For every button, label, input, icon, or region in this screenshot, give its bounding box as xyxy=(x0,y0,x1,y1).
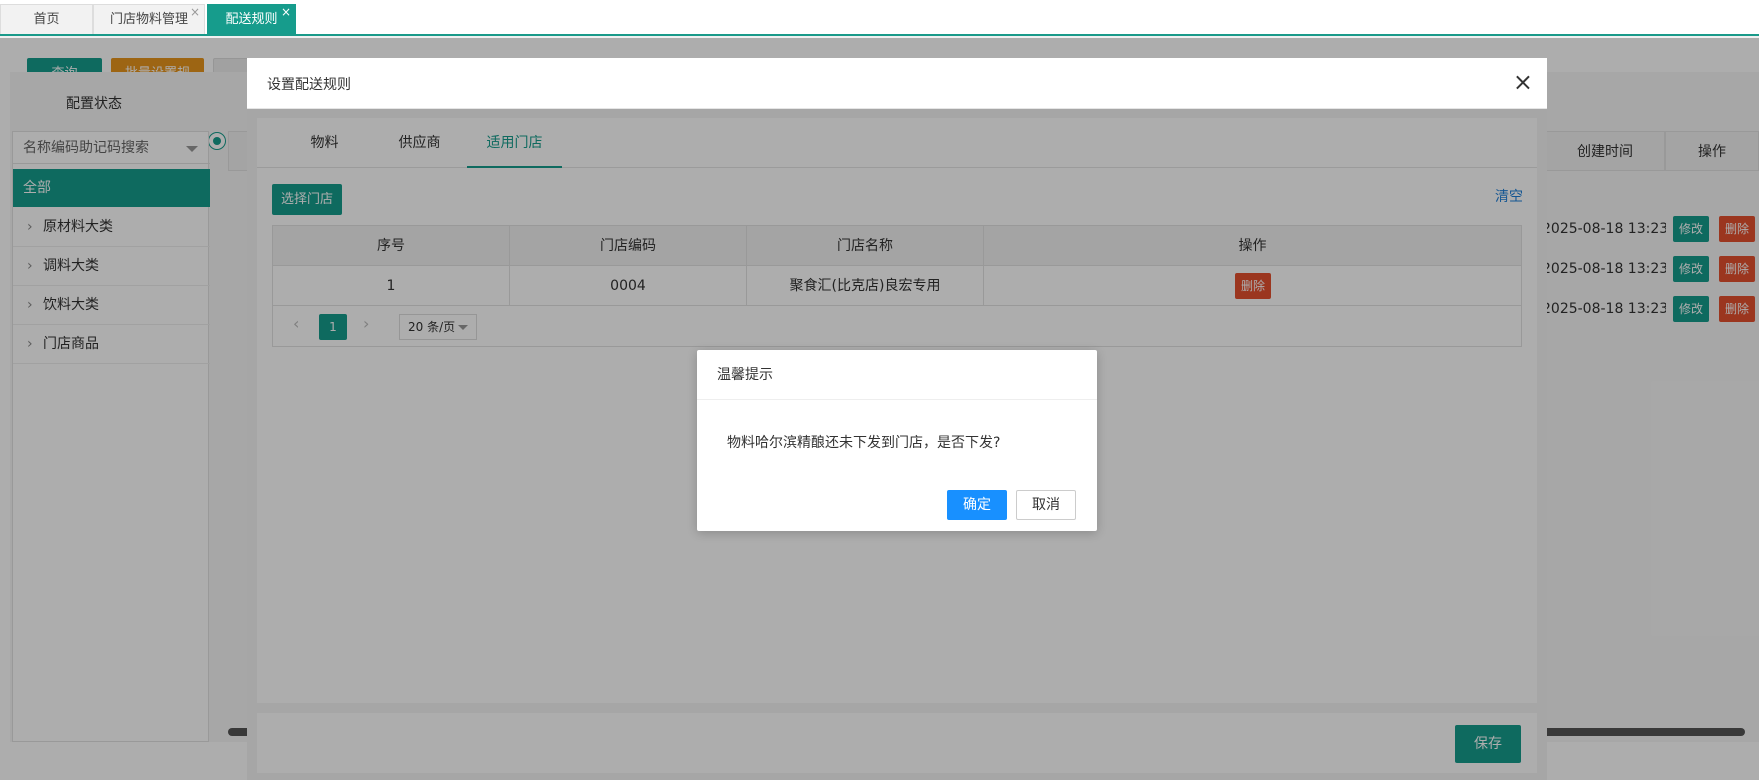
tab-store-material[interactable]: 门店物料管理 × xyxy=(93,4,205,34)
tab-delivery-rules-label: 配送规则 xyxy=(225,12,278,27)
close-icon[interactable]: × xyxy=(1513,68,1533,96)
dialog-title: 温馨提示 xyxy=(717,367,773,383)
tab-store-material-label: 门店物料管理 xyxy=(109,12,188,27)
tab-home[interactable]: 首页 xyxy=(0,4,93,34)
close-icon[interactable]: × xyxy=(281,0,291,27)
divider xyxy=(697,399,1097,400)
dialog-message: 物料哈尔滨精酿还未下发到门店，是否下发? xyxy=(727,435,1001,451)
tab-delivery-rules[interactable]: 配送规则 × xyxy=(207,4,296,34)
close-icon[interactable]: × xyxy=(190,0,200,27)
confirm-button[interactable]: 确定 xyxy=(947,490,1007,520)
modal-title: 设置配送规则 xyxy=(267,77,351,93)
tab-bar: 首页 门店物料管理 × 配送规则 × xyxy=(0,0,1759,36)
modal-header: 设置配送规则 × xyxy=(247,58,1547,109)
confirm-dialog: 温馨提示 物料哈尔滨精酿还未下发到门店，是否下发? 确定 取消 xyxy=(697,350,1097,531)
cancel-button[interactable]: 取消 xyxy=(1016,490,1076,520)
tab-home-label: 首页 xyxy=(33,12,60,27)
